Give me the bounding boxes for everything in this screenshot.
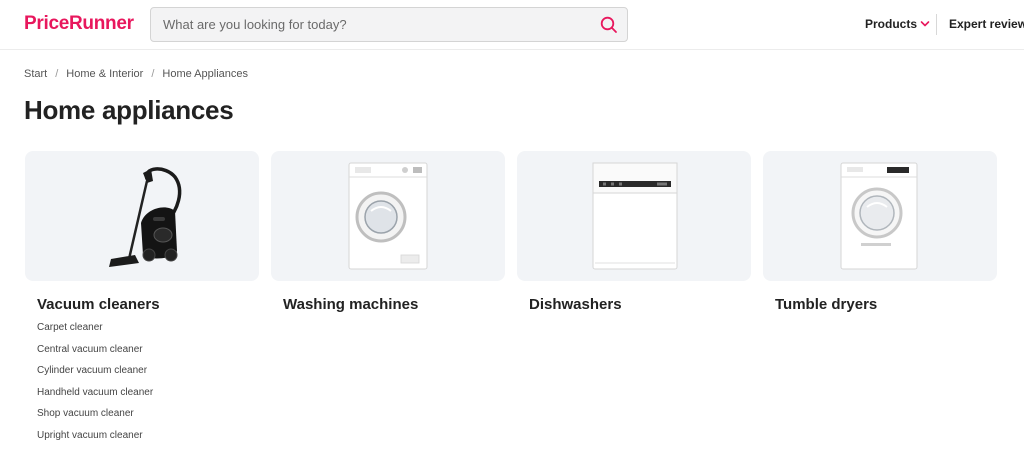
subcategory-link[interactable]: Upright vacuum cleaner: [37, 430, 153, 452]
category-card-tumble-dryers: Tumble dryers: [763, 151, 997, 313]
nav-products-menu[interactable]: Products: [865, 17, 930, 31]
subcategory-link[interactable]: Carpet cleaner: [37, 322, 153, 344]
breadcrumb-separator: /: [151, 68, 155, 80]
pricerunner-logo[interactable]: PriceRunner: [24, 13, 134, 35]
nav-divider: [936, 14, 937, 35]
subcategory-link[interactable]: Handheld vacuum cleaner: [37, 387, 153, 409]
nav-expert-reviews-link[interactable]: Expert reviews: [949, 17, 1024, 31]
subcategory-link[interactable]: Shop vacuum cleaner: [37, 408, 153, 430]
subcategory-list: Carpet cleaner Central vacuum cleaner Cy…: [37, 322, 153, 452]
subcategory-link[interactable]: Cylinder vacuum cleaner: [37, 365, 153, 387]
category-card-dishwashers: Dishwashers: [517, 151, 751, 313]
category-title-vacuum-cleaners[interactable]: Vacuum cleaners: [37, 296, 160, 313]
search-bar: [150, 7, 628, 42]
breadcrumb-start[interactable]: Start: [24, 68, 47, 80]
chevron-down-icon: [920, 21, 930, 27]
category-card-washing-machines: Washing machines: [271, 151, 505, 313]
category-card-vacuum-cleaners: Vacuum cleaners Carpet cleaner Central v…: [25, 151, 259, 441]
page-title: Home appliances: [24, 95, 234, 125]
category-title-dishwashers[interactable]: Dishwashers: [529, 296, 622, 313]
category-title-washing-machines[interactable]: Washing machines: [283, 296, 418, 313]
search-icon[interactable]: [599, 15, 619, 35]
breadcrumb-home-appliances: Home Appliances: [162, 68, 248, 80]
search-input[interactable]: [163, 8, 583, 41]
breadcrumb-separator: /: [55, 68, 59, 80]
vacuum-cleaner-image[interactable]: [25, 151, 259, 281]
nav-products-label: Products: [865, 17, 918, 31]
site-header: PriceRunner Products Expert reviews: [0, 0, 1024, 50]
breadcrumb-home-interior[interactable]: Home & Interior: [66, 68, 143, 80]
breadcrumb: Start / Home & Interior / Home Appliance…: [24, 68, 248, 80]
category-title-tumble-dryers[interactable]: Tumble dryers: [775, 296, 877, 313]
tumble-dryer-image[interactable]: [763, 151, 997, 281]
dishwasher-image[interactable]: [517, 151, 751, 281]
washing-machine-image[interactable]: [271, 151, 505, 281]
subcategory-link[interactable]: Central vacuum cleaner: [37, 344, 153, 366]
